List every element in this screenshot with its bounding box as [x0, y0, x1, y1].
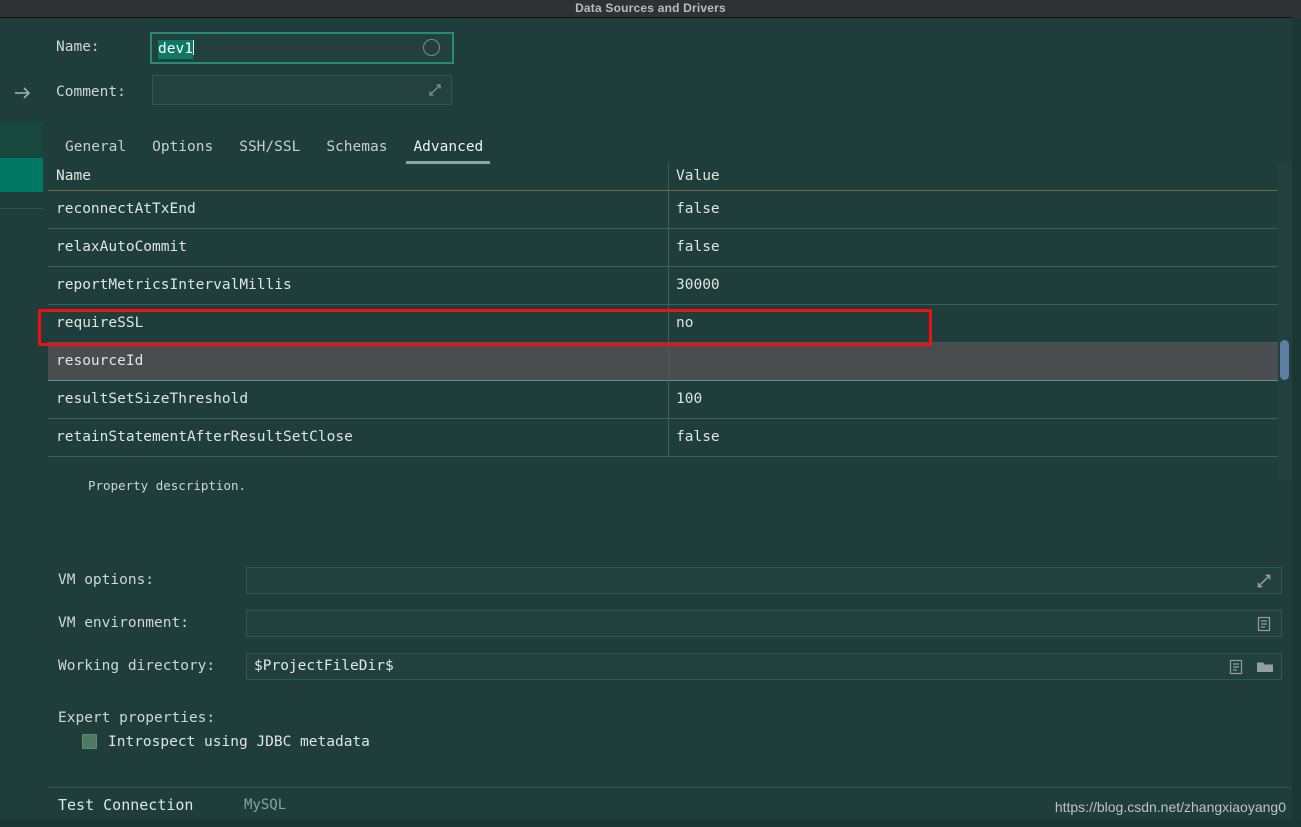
- expert-properties-label: Expert properties:: [58, 710, 216, 726]
- cell-property-name: reportMetricsIntervalMillis: [56, 277, 292, 293]
- table-scrollbar-thumb[interactable]: [1280, 340, 1289, 380]
- table-row[interactable]: reportMetricsIntervalMillis 30000: [48, 267, 1286, 305]
- expand-icon[interactable]: [1255, 572, 1273, 590]
- table-row-selected[interactable]: resourceId: [48, 343, 1286, 381]
- sidebar-tree-item-selected[interactable]: [0, 158, 43, 192]
- working-directory-value: $ProjectFileDir$: [254, 658, 394, 674]
- list-icon[interactable]: [1255, 615, 1273, 633]
- name-input-value: dev1: [158, 34, 194, 62]
- table-row[interactable]: relaxAutoCommit false: [48, 229, 1286, 267]
- cell-property-name: resourceId: [56, 353, 144, 369]
- cell-property-value: false: [676, 429, 720, 445]
- table-row[interactable]: resultSetSizeThreshold 100: [48, 381, 1286, 419]
- table-row-require-ssl[interactable]: requireSSL no: [48, 305, 1286, 343]
- vm-environment-label: VM environment:: [58, 615, 189, 631]
- bottom-edge-strip: [0, 820, 1301, 827]
- right-edge-strip: [1292, 18, 1301, 827]
- cell-property-name: resultSetSizeThreshold: [56, 391, 249, 407]
- comment-label: Comment:: [56, 84, 126, 100]
- data-sources-dialog: Data Sources and Drivers Name: dev1 Comm…: [0, 0, 1301, 827]
- tab-options[interactable]: Options: [139, 130, 226, 164]
- column-divider[interactable]: [668, 162, 669, 190]
- right-edge-strip-top: [1292, 0, 1301, 18]
- cell-divider: [668, 229, 669, 267]
- folder-icon[interactable]: [1255, 658, 1273, 676]
- list-icon[interactable]: [1227, 658, 1245, 676]
- cell-property-value: false: [676, 201, 720, 217]
- cell-divider: [668, 267, 669, 305]
- expand-icon[interactable]: [427, 82, 443, 98]
- introspect-checkbox[interactable]: [82, 734, 97, 749]
- name-input[interactable]: dev1: [150, 32, 454, 64]
- cell-divider: [668, 381, 669, 419]
- tab-advanced[interactable]: Advanced: [400, 130, 496, 164]
- table-row[interactable]: retainStatementAfterResultSetClose false: [48, 419, 1286, 457]
- table-body: Name Value reconnectAtTxEnd false relaxA…: [48, 162, 1286, 457]
- comment-input[interactable]: [152, 75, 452, 105]
- cell-property-name: relaxAutoCommit: [56, 239, 187, 255]
- dialog-content: Name: dev1 Comment: General Options SSH/…: [44, 18, 1292, 827]
- test-connection-button[interactable]: Test Connection: [58, 796, 193, 814]
- cell-divider: [668, 305, 669, 343]
- working-directory-input[interactable]: $ProjectFileDir$: [246, 653, 1282, 680]
- table-scrollbar-track[interactable]: [1278, 162, 1292, 480]
- column-header-value[interactable]: Value: [676, 162, 720, 190]
- vm-options-input[interactable]: [246, 567, 1282, 594]
- cell-property-name: requireSSL: [56, 315, 144, 331]
- table-row[interactable]: reconnectAtTxEnd false: [48, 191, 1286, 229]
- tab-ssh-ssl[interactable]: SSH/SSL: [226, 130, 313, 164]
- window-titlebar: Data Sources and Drivers: [0, 0, 1301, 18]
- watermark-text: https://blog.csdn.net/zhangxiaoyang0: [1054, 799, 1286, 815]
- table-header-row: Name Value: [48, 162, 1286, 191]
- cell-property-name: retainStatementAfterResultSetClose: [56, 429, 353, 445]
- property-description: Property description.: [88, 478, 247, 493]
- left-sidebar-strip: [0, 18, 44, 827]
- column-header-name[interactable]: Name: [56, 162, 91, 190]
- cell-property-value: false: [676, 239, 720, 255]
- vm-environment-input[interactable]: [246, 610, 1282, 637]
- window-title: Data Sources and Drivers: [575, 1, 726, 15]
- introspect-label: Introspect using JDBC metadata: [108, 734, 370, 750]
- advanced-properties-table: Name Value reconnectAtTxEnd false relaxA…: [48, 162, 1292, 480]
- tab-general[interactable]: General: [52, 130, 139, 164]
- name-field-row: Name: dev1: [44, 30, 464, 64]
- driver-label[interactable]: MySQL: [244, 797, 286, 813]
- arrow-right-icon[interactable]: [10, 80, 38, 108]
- circle-icon: [423, 39, 440, 56]
- name-label: Name:: [56, 39, 100, 55]
- sidebar-divider: [0, 208, 43, 209]
- cell-divider: [668, 343, 669, 381]
- name-input-selection: dev1: [158, 40, 193, 59]
- cell-divider: [668, 419, 669, 457]
- cell-divider: [668, 191, 669, 229]
- cell-property-value: 30000: [676, 277, 720, 293]
- settings-tabs: General Options SSH/SSL Schemas Advanced: [52, 130, 496, 166]
- vm-options-label: VM options:: [58, 572, 155, 588]
- tab-schemas[interactable]: Schemas: [313, 130, 400, 164]
- cell-property-name: reconnectAtTxEnd: [56, 201, 196, 217]
- cell-property-value: no: [676, 315, 694, 331]
- working-directory-label: Working directory:: [58, 658, 216, 674]
- sidebar-tree-item-group[interactable]: [0, 122, 43, 158]
- comment-field-row: Comment:: [44, 75, 464, 109]
- text-caret: [192, 40, 194, 55]
- cell-property-value: 100: [676, 391, 703, 407]
